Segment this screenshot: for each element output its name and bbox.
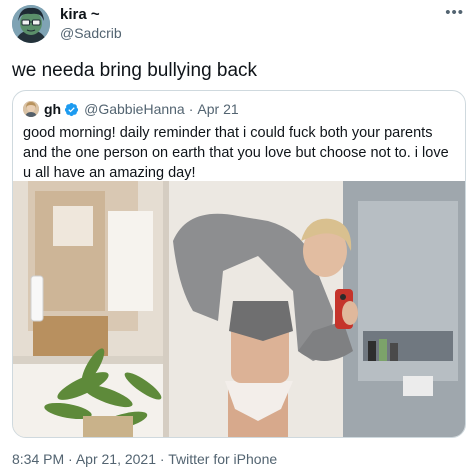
- author-display-name[interactable]: kira ~: [60, 6, 100, 23]
- quoted-tweet-date[interactable]: Apr 21: [197, 101, 238, 117]
- tweet-text: we needa bring bullying back: [12, 60, 258, 81]
- tweet-source[interactable]: Twitter for iPhone: [168, 451, 277, 467]
- quoted-tweet-photo[interactable]: [13, 181, 465, 437]
- author-handle[interactable]: @Sadcrib: [60, 25, 122, 41]
- tweet-date[interactable]: Apr 21, 2021: [76, 451, 156, 467]
- tweet-time[interactable]: 8:34 PM: [12, 451, 64, 467]
- tweet: kira ~ @Sadcrib ••• we needa bring bully…: [0, 0, 474, 476]
- quoted-tweet-text: good morning! daily reminder that i coul…: [23, 125, 449, 181]
- quoted-tweet-card[interactable]: gh @GabbieHanna · Apr 21 good morning! d…: [12, 90, 466, 438]
- quoted-author-avatar[interactable]: [23, 101, 39, 117]
- quoted-tweet-header: gh @GabbieHanna · Apr 21: [23, 99, 239, 119]
- verified-badge-icon: [65, 102, 79, 116]
- author-avatar[interactable]: [12, 5, 50, 43]
- quoted-author-handle[interactable]: @GabbieHanna: [84, 101, 185, 117]
- separator-dot: ·: [188, 101, 194, 117]
- separator-dot: ·: [68, 451, 73, 467]
- mirror-selfie-image: [13, 181, 465, 437]
- person-avatar-icon: [23, 101, 39, 117]
- separator-dot: ·: [159, 451, 165, 467]
- cartoon-avatar-icon: [12, 5, 50, 43]
- more-icon[interactable]: •••: [445, 5, 464, 20]
- tweet-metadata: 8:34 PM · Apr 21, 2021 · Twitter for iPh…: [12, 451, 277, 467]
- quoted-author-display-name[interactable]: gh: [44, 101, 61, 117]
